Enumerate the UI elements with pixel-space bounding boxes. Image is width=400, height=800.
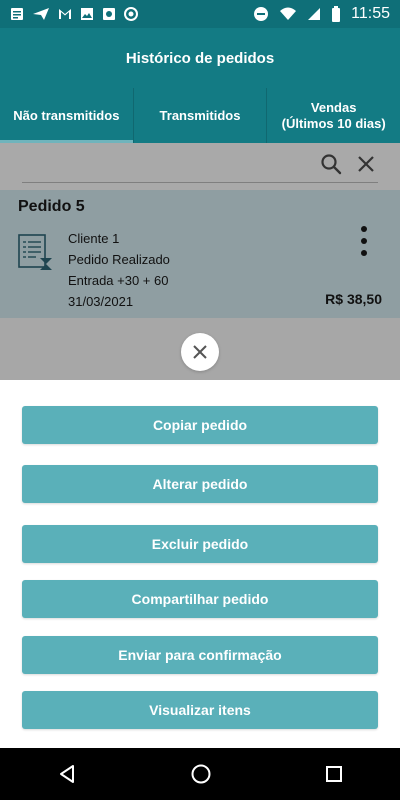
document-icon bbox=[11, 8, 23, 20]
tab-bar: Não transmitidos Transmitidos Vendas (Úl… bbox=[0, 88, 400, 143]
tab-label-group: Vendas (Últimos 10 dias) bbox=[282, 100, 386, 132]
view-items-button[interactable]: Visualizar itens bbox=[22, 691, 378, 729]
order-date: 31/03/2021 bbox=[68, 294, 134, 309]
image-icon bbox=[81, 8, 93, 20]
tab-vendas[interactable]: Vendas (Últimos 10 dias) bbox=[266, 88, 400, 143]
dnd-icon bbox=[254, 7, 269, 21]
status-time: 11:55 bbox=[351, 5, 390, 22]
status-bar: 11:55 bbox=[0, 0, 400, 28]
close-sheet-button[interactable] bbox=[181, 333, 219, 371]
back-icon[interactable] bbox=[56, 763, 78, 785]
send-confirmation-button[interactable]: Enviar para confirmação bbox=[22, 636, 378, 674]
recents-icon[interactable] bbox=[324, 764, 344, 784]
close-icon[interactable] bbox=[356, 154, 376, 174]
pending-order-icon bbox=[18, 234, 52, 270]
battery-icon bbox=[332, 6, 341, 22]
system-nav-bar bbox=[0, 748, 400, 800]
wifi-icon bbox=[280, 7, 297, 20]
more-options-icon[interactable] bbox=[358, 226, 370, 256]
search-underline bbox=[22, 182, 378, 183]
order-status: Pedido Realizado bbox=[68, 252, 170, 267]
page-title: Histórico de pedidos bbox=[125, 49, 275, 67]
order-details: Cliente 1 Pedido Realizado Entrada +30 +… bbox=[68, 228, 170, 312]
status-left-icons bbox=[10, 7, 138, 21]
app-bar: Histórico de pedidos bbox=[0, 28, 400, 88]
search-icon[interactable] bbox=[320, 153, 342, 175]
gmail-icon bbox=[59, 9, 71, 19]
order-client: Cliente 1 bbox=[68, 231, 120, 246]
order-total: R$ 38,50 bbox=[325, 291, 382, 307]
tab-label: Vendas bbox=[310, 99, 357, 115]
order-title: Pedido 5 bbox=[18, 198, 85, 215]
home-icon[interactable] bbox=[190, 763, 212, 785]
edit-order-button[interactable]: Alterar pedido bbox=[22, 465, 378, 503]
camera-icon bbox=[103, 8, 115, 20]
tab-nao-transmitidos[interactable]: Não transmitidos bbox=[0, 88, 133, 143]
signal-icon bbox=[308, 8, 321, 20]
tab-label: Transmitidos bbox=[159, 107, 241, 123]
share-order-button[interactable]: Compartilhar pedido bbox=[22, 580, 378, 618]
tab-transmitidos[interactable]: Transmitidos bbox=[132, 88, 267, 143]
record-icon bbox=[124, 7, 138, 21]
tab-sublabel: (Últimos 10 dias) bbox=[281, 115, 386, 131]
order-payment: Entrada +30 + 60 bbox=[68, 273, 169, 288]
close-icon bbox=[193, 345, 207, 359]
status-right-icons: 11:55 bbox=[253, 5, 390, 23]
tab-label: Não transmitidos bbox=[13, 107, 120, 123]
copy-order-button[interactable]: Copiar pedido bbox=[22, 406, 378, 444]
delete-order-button[interactable]: Excluir pedido bbox=[22, 525, 378, 563]
navigation-icon bbox=[33, 8, 49, 20]
